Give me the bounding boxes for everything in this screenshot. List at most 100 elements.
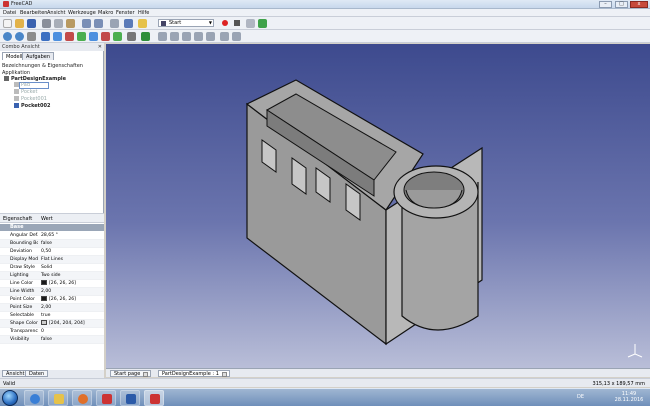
property-row[interactable]: Angular Def...28,65 ° [0, 232, 104, 240]
view-bottom-icon[interactable] [101, 32, 110, 41]
tab-daten[interactable]: Daten [25, 370, 49, 377]
paste-icon[interactable] [66, 19, 75, 28]
menu-bearbeiten[interactable]: Bearbeiten [20, 10, 47, 16]
property-value[interactable]: false [41, 240, 52, 248]
view-front-icon[interactable] [53, 32, 62, 41]
close-tab-icon[interactable] [221, 372, 227, 377]
property-value[interactable]: true [41, 312, 50, 320]
taskbar-media[interactable] [72, 390, 92, 406]
property-value[interactable]: 0 [41, 328, 44, 336]
property-value[interactable]: 0,50 [41, 248, 51, 256]
property-value[interactable]: Flat Lines [41, 256, 63, 264]
save-icon[interactable] [27, 19, 36, 28]
menu-fenster[interactable]: Fenster [116, 10, 135, 16]
macro-execute-icon[interactable] [258, 19, 267, 28]
property-value[interactable]: 28,65 ° [41, 232, 58, 240]
taskbar-word[interactable] [120, 390, 140, 406]
property-row[interactable]: Deviation 0,50 [0, 248, 104, 256]
tree-item-pocket001[interactable]: Pocket001 [14, 96, 47, 103]
view-top-icon[interactable] [65, 32, 74, 41]
tray-icons[interactable] [588, 394, 610, 401]
rotate-view-icon[interactable] [206, 32, 215, 41]
property-row[interactable]: Transparency 0 [0, 328, 104, 336]
menu-datei[interactable]: Datei [3, 10, 16, 16]
macro-edit-icon[interactable] [246, 19, 255, 28]
minimize-button[interactable]: – [599, 1, 612, 8]
last-view-icon[interactable] [194, 32, 203, 41]
property-row[interactable]: Line Width 2,00 [0, 288, 104, 296]
fit-all-icon[interactable] [3, 32, 12, 41]
sketch-icon[interactable] [141, 32, 150, 41]
menu-hilfe[interactable]: Hilfe [138, 10, 149, 16]
tree-item-pad[interactable]: Pad [14, 82, 30, 89]
draw-style-icon[interactable] [27, 32, 36, 41]
maximize-button[interactable]: □ [615, 1, 628, 8]
property-value[interactable]: Two side [41, 272, 60, 280]
property-row[interactable]: Lighting Two side [0, 272, 104, 280]
start-button[interactable] [2, 390, 18, 406]
tree-item-pocket002[interactable]: Pocket002 [14, 103, 50, 110]
view-axonometric-icon[interactable] [41, 32, 50, 41]
property-value-text: 0,50 [41, 249, 52, 254]
undo-icon[interactable] [82, 19, 91, 28]
property-row[interactable]: Line Color [26, 26, 26] [0, 280, 104, 288]
language-indicator[interactable]: DE [577, 394, 584, 400]
tab-start-page[interactable]: Start page [110, 370, 152, 377]
box-zoom-icon[interactable] [220, 32, 229, 41]
property-group-base[interactable]: Base [0, 224, 104, 231]
property-row[interactable]: Draw Style Solid [0, 264, 104, 272]
property-row[interactable]: Selectable true [0, 312, 104, 320]
open-folder-icon[interactable] [15, 19, 24, 28]
property-row[interactable]: Visibility false [0, 336, 104, 344]
copy-icon[interactable] [54, 19, 63, 28]
clock[interactable]: 11:49 28.11.2016 [614, 391, 644, 403]
macro-record-icon[interactable] [222, 20, 228, 26]
property-row[interactable]: Bounding Boxfalse [0, 240, 104, 248]
taskbar-freecad[interactable] [144, 390, 164, 406]
tab-aufgaben[interactable]: Aufgaben [22, 52, 55, 60]
macro-stop-icon[interactable] [234, 20, 240, 26]
new-document-icon[interactable] [3, 19, 12, 28]
zoom-icon[interactable] [232, 32, 241, 41]
menu-ansicht[interactable]: Ansicht [47, 10, 65, 16]
close-panel-icon[interactable]: ✕ [98, 43, 102, 51]
view-left-icon[interactable] [113, 32, 122, 41]
property-value[interactable]: Solid [41, 264, 52, 272]
3d-viewport[interactable] [106, 44, 650, 368]
tree-item-pocket[interactable]: Pocket [14, 89, 37, 96]
measure-icon[interactable] [127, 32, 136, 41]
cut-icon[interactable] [42, 19, 51, 28]
pointer-icon[interactable] [124, 19, 133, 28]
property-value[interactable]: 2,00 [41, 288, 51, 296]
property-row[interactable]: Shape Color [204, 204, 204] [0, 320, 104, 328]
workbench-dropdown[interactable]: Start ▼ [158, 19, 214, 27]
view-right-icon[interactable] [77, 32, 86, 41]
previous-view-icon[interactable] [170, 32, 179, 41]
pocket-feature-icon [14, 96, 19, 101]
property-row[interactable]: Display Mode Flat Lines [0, 256, 104, 264]
close-button[interactable]: x [630, 1, 648, 8]
property-value[interactable]: [26, 26, 26] [41, 296, 76, 304]
close-tab-icon[interactable] [143, 372, 149, 377]
menu-werkzeuge[interactable]: Werkzeuge [68, 10, 96, 16]
property-value[interactable]: false [41, 336, 52, 344]
whats-this-icon[interactable] [138, 19, 147, 28]
first-view-icon[interactable] [158, 32, 167, 41]
property-row[interactable]: Point Size 2,00 [0, 304, 104, 312]
property-value[interactable]: [26, 26, 26] [41, 280, 76, 288]
property-value[interactable]: 2,00 [41, 304, 51, 312]
refresh-icon[interactable] [110, 19, 119, 28]
view-rear-icon[interactable] [89, 32, 98, 41]
property-value[interactable]: [204, 204, 204] [41, 320, 85, 328]
next-view-icon[interactable] [182, 32, 191, 41]
redo-icon[interactable] [94, 19, 103, 28]
property-name: Line Color [10, 281, 34, 286]
fit-selection-icon[interactable] [15, 32, 24, 41]
taskbar-office[interactable] [96, 390, 116, 406]
menu-bar: Datei Bearbeiten Ansicht Werkzeuge Makro… [0, 9, 650, 17]
taskbar-ie[interactable] [24, 390, 44, 406]
property-row[interactable]: Point Color [26, 26, 26] [0, 296, 104, 304]
menu-makro[interactable]: Makro [98, 10, 113, 16]
tab-part-design-example[interactable]: PartDesignExample : 1 [158, 370, 230, 377]
taskbar-explorer[interactable] [48, 390, 68, 406]
